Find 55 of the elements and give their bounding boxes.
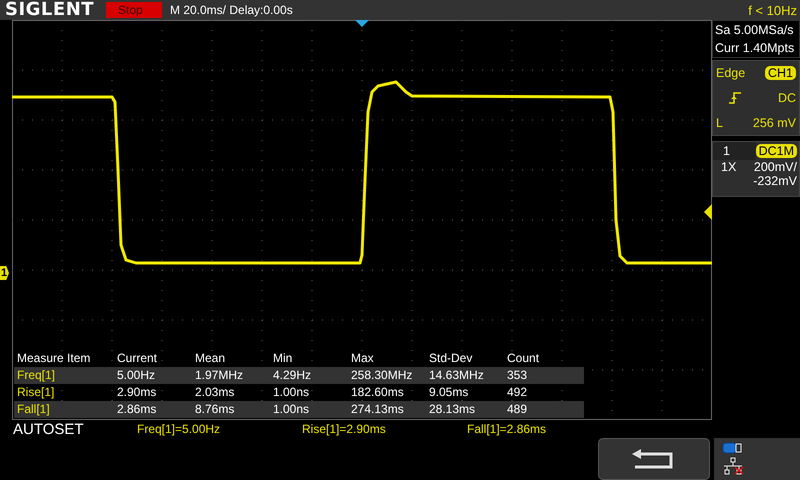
trigger-source: CH1	[764, 66, 796, 80]
trigger-panel[interactable]: Edge CH1 DC L 256 mV	[712, 60, 800, 136]
channel-panel[interactable]: 1 DC1M 1X 200mV/ -232mV	[712, 141, 800, 197]
table-cell-text: 492	[507, 384, 528, 401]
table-cell-text: 489	[507, 401, 528, 418]
network-disconnected-icon	[722, 457, 744, 475]
trigger-coupling: DC	[778, 90, 796, 105]
table-cell-text: 1.00ns	[273, 401, 310, 418]
channel-coupling: DC1M	[756, 144, 797, 158]
table-cell-text: 2.90ms	[117, 384, 158, 401]
table-cell-text: 28.13ms	[429, 401, 476, 418]
autoset-label: AUTOSET	[13, 420, 85, 438]
table-cell-text: Rise[1]	[17, 384, 56, 401]
table-cell-text: 353	[507, 367, 528, 384]
table-cell-text: 4.29Hz	[273, 367, 312, 384]
trigger-level-label: L	[716, 116, 723, 130]
trigger-type: Edge	[716, 66, 746, 80]
measurement-readout: Fall[1]=2.86ms	[467, 422, 548, 436]
table-cell-text: 1.00ns	[273, 384, 310, 401]
vertical-scale: 200mV/	[754, 160, 797, 174]
table-cell-text: 2.03ms	[195, 384, 236, 401]
probe-ratio: 1X	[721, 160, 736, 174]
back-button[interactable]	[598, 438, 710, 480]
column-header: Current	[117, 350, 158, 367]
column-header: Count	[507, 350, 540, 367]
table-cell-text: 5.00Hz	[117, 367, 156, 384]
trigger-level-marker[interactable]	[704, 204, 712, 220]
table-cell-text: 14.63MHz	[429, 367, 485, 384]
sample-rate: Sa 5.00MSa/s	[715, 23, 795, 37]
rising-edge-icon	[728, 92, 742, 104]
table-cell-text: Freq[1]	[17, 367, 56, 384]
trigger-level: 256 mV	[752, 116, 796, 130]
column-header: Mean	[195, 350, 226, 367]
usb-drive-icon	[722, 442, 742, 454]
table-cell-text: 2.86ms	[117, 401, 158, 418]
table-cell-text: 274.13ms	[351, 401, 405, 418]
channel-marker[interactable]: 1	[0, 266, 9, 280]
table-cell-text: 258.30MHz	[351, 367, 414, 384]
channel-number: 1	[713, 142, 756, 160]
brand-logo: SIGLENT	[4, 0, 96, 20]
timebase-readout: M 20.0ms/ Delay:0.00s	[170, 3, 293, 17]
trigger-frequency: f < 10Hz	[748, 2, 798, 18]
memory-depth: Curr 1.40Mpts	[715, 41, 796, 55]
column-header: Measure Item	[17, 350, 92, 367]
column-header: Min	[273, 350, 294, 367]
column-header: Max	[351, 350, 375, 367]
table-cell-text: 8.76ms	[195, 401, 236, 418]
table-cell-text: 1.97MHz	[195, 367, 244, 384]
table-cell-text: 182.60ms	[351, 384, 405, 401]
column-header: Std-Dev	[429, 350, 474, 367]
measurement-readout: Freq[1]=5.00Hz	[137, 422, 222, 436]
table-cell-text: Fall[1]	[17, 401, 51, 418]
vertical-offset: -232mV	[752, 174, 798, 188]
table-cell-text: 9.05ms	[429, 384, 470, 401]
measurement-readout: Rise[1]=2.90ms	[302, 422, 387, 436]
